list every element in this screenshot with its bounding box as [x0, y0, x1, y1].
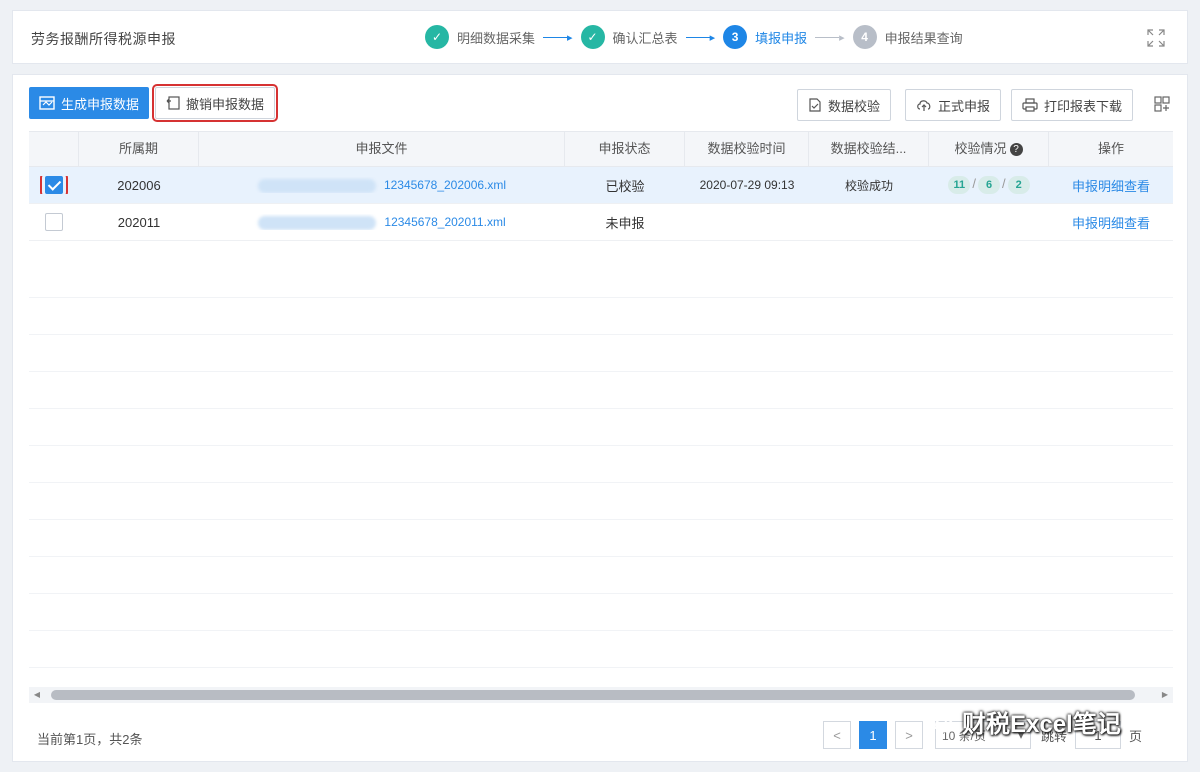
step-label: 申报结果查询: [884, 30, 963, 46]
row-select-cell: [29, 176, 79, 194]
check-time-cell: 2020-07-29 09:13: [699, 178, 795, 192]
scroll-right-icon[interactable]: ▶: [1157, 687, 1173, 703]
header-status[interactable]: 申报状态: [565, 131, 685, 167]
fullscreen-icon[interactable]: [1145, 27, 1167, 49]
horizontal-scrollbar[interactable]: ◀ ▶: [29, 687, 1173, 703]
generate-data-label: 生成申报数据: [61, 96, 140, 112]
row-select-cell: [29, 213, 79, 231]
page-number-button[interactable]: 1: [859, 721, 887, 749]
separator: /: [1002, 176, 1006, 191]
view-detail-link[interactable]: 申报明细查看: [1072, 216, 1150, 231]
status-cell: 未申报: [605, 215, 645, 231]
progress-stepper: ✓ 明细数据采集 ▸ ✓ 确认汇总表 ▸ 3 填报申报 ▸ 4 申报结果查询: [425, 25, 963, 49]
table-icon: [39, 96, 55, 110]
header-audit-label: 校验情况: [954, 141, 1007, 156]
table-row[interactable]: 202011 12345678_202011.xml 未申报 申报明细查看: [29, 204, 1173, 241]
header-operation: 操作: [1097, 141, 1124, 156]
revoke-data-label: 撤销申报数据: [186, 96, 265, 112]
file-link[interactable]: 12345678_202006.xml: [384, 178, 506, 192]
step-4[interactable]: 4 申报结果查询: [852, 25, 963, 49]
undo-doc-icon: [166, 96, 180, 110]
file-cell: 12345678_202006.xml: [199, 177, 565, 193]
header-select-cell: [29, 131, 79, 167]
check-icon: ✓: [580, 25, 605, 49]
formal-declare-button[interactable]: 正式申报: [905, 89, 1002, 121]
next-page-button[interactable]: >: [895, 721, 923, 749]
step-label: 明细数据采集: [457, 30, 536, 46]
print-download-button[interactable]: 打印报表下载: [1011, 89, 1134, 121]
view-detail-link[interactable]: 申报明细查看: [1072, 179, 1150, 194]
page-unit-label: 页: [1129, 728, 1143, 744]
step-label: 确认汇总表: [612, 30, 678, 46]
printer-icon: [1022, 98, 1038, 112]
period-cell: 202006: [117, 177, 161, 193]
header-period[interactable]: 所属期: [79, 131, 199, 167]
check-result-cell: 校验成功: [844, 178, 893, 193]
table-row[interactable]: 202006 12345678_202006.xml 已校验 2020-07-2…: [29, 167, 1173, 204]
column-settings-icon[interactable]: [1153, 95, 1171, 113]
scroll-left-icon[interactable]: ◀: [29, 687, 45, 703]
data-check-label: 数据校验: [828, 98, 881, 114]
header-file[interactable]: 申报文件: [199, 131, 565, 167]
arrow-right-icon: ▸: [815, 31, 845, 44]
prev-page-button[interactable]: <: [823, 721, 851, 749]
step-1[interactable]: ✓ 明细数据采集: [425, 25, 535, 49]
step-number: 3: [723, 25, 748, 49]
operation-cell: 申报明细查看: [1049, 213, 1173, 232]
watermark-text: 财税Excel笔记: [962, 711, 1121, 738]
step-label: 填报申报: [755, 30, 808, 46]
step-number: 4: [852, 25, 877, 49]
declaration-table: 所属期 申报文件 申报状态 数据校验时间 数据校验结... 校验情况? 操作 2…: [29, 131, 1173, 241]
audit-count-badge[interactable]: 11: [948, 176, 971, 194]
period-cell: 202011: [117, 214, 161, 230]
page-header: 劳务报酬所得税源申报 ✓ 明细数据采集 ▸ ✓ 确认汇总表 ▸ 3 填报申报 ▸…: [12, 10, 1188, 64]
revoke-data-button[interactable]: 撤销申报数据: [151, 84, 279, 122]
redacted-filename-prefix: [258, 215, 377, 230]
generate-data-button[interactable]: 生成申报数据: [29, 87, 150, 119]
help-icon[interactable]: ?: [1009, 143, 1023, 157]
header-audit[interactable]: 校验情况?: [929, 131, 1049, 167]
watermark: 财税Excel笔记: [924, 704, 1121, 739]
row-checkbox[interactable]: [45, 213, 63, 231]
separator: /: [972, 176, 976, 191]
file-link[interactable]: 12345678_202011.xml: [384, 215, 505, 229]
row-checkbox[interactable]: [40, 176, 68, 194]
arrow-right-icon: ▸: [685, 31, 715, 44]
page-summary: 当前第1页，共2条: [37, 732, 143, 747]
audit-cell: 11/6/2: [929, 176, 1049, 194]
formal-declare-label: 正式申报: [938, 98, 991, 114]
document-check-icon: [809, 98, 821, 112]
redacted-filename-prefix: [257, 178, 376, 193]
audit-count-badge[interactable]: 6: [978, 176, 1000, 194]
header-check-result[interactable]: 数据校验结...: [809, 131, 929, 167]
scrollbar-thumb[interactable]: [51, 690, 1135, 700]
step-3[interactable]: 3 填报申报: [723, 25, 807, 49]
check-icon: ✓: [425, 25, 449, 49]
cloud-upload-icon: [917, 100, 931, 111]
status-cell: 已校验: [605, 178, 645, 194]
header-check-time[interactable]: 数据校验时间: [685, 131, 809, 167]
step-2[interactable]: ✓ 确认汇总表: [580, 25, 678, 49]
data-check-button[interactable]: 数据校验: [797, 89, 892, 121]
table-header: 所属期 申报文件 申报状态 数据校验时间 数据校验结... 校验情况? 操作: [29, 131, 1173, 167]
arrow-right-icon: ▸: [543, 31, 573, 44]
audit-count-badge[interactable]: 2: [1007, 176, 1030, 194]
page-title: 劳务报酬所得税源申报: [31, 31, 176, 47]
file-cell: 12345678_202011.xml: [199, 214, 565, 230]
operation-cell: 申报明细查看: [1049, 176, 1173, 195]
main-panel: 生成申报数据 撤销申报数据 数据校验 正式申报 打印报表下载 所属期 申报文件 …: [12, 74, 1188, 762]
wechat-icon: [925, 710, 953, 732]
print-download-label: 打印报表下载: [1044, 98, 1123, 114]
empty-table-area: [29, 261, 1173, 668]
